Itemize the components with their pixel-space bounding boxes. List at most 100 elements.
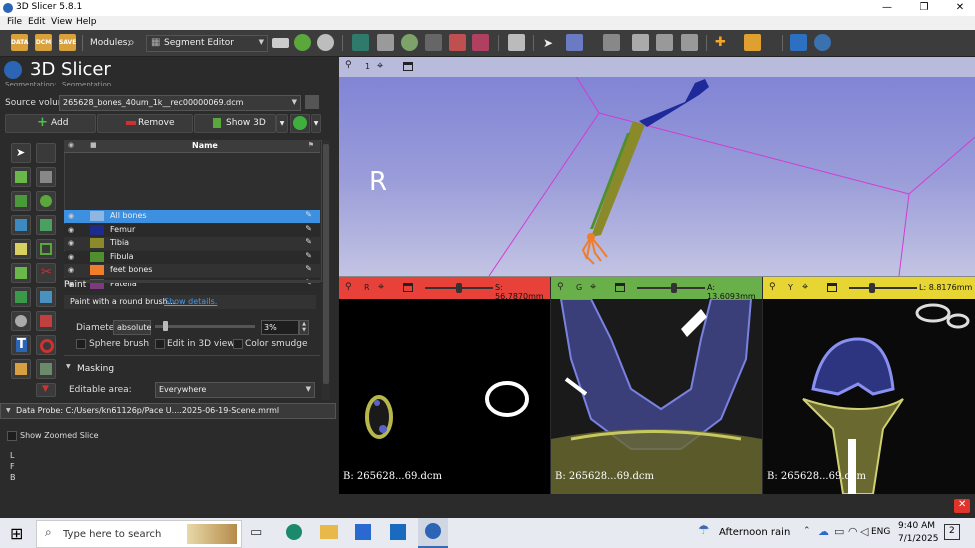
dicom-button[interactable]: DCM xyxy=(35,34,52,51)
pin-icon[interactable]: ⚲ xyxy=(557,282,564,292)
menu-view[interactable]: View xyxy=(51,17,72,27)
diameter-mode-toggle[interactable]: absolute xyxy=(113,320,151,335)
edit-pencil-icon[interactable]: ✎ xyxy=(305,210,312,219)
segment-color-swatch[interactable] xyxy=(90,251,104,262)
effect-wrap-button[interactable] xyxy=(36,359,56,379)
segment-next-button[interactable] xyxy=(290,114,310,133)
module-selector[interactable]: ▦ Segment Editor ▼ xyxy=(146,35,268,52)
slicer-taskbar-button[interactable] xyxy=(418,518,448,548)
edit-pencil-icon[interactable]: ✎ xyxy=(305,251,312,260)
segment-editor-icon[interactable] xyxy=(472,34,489,51)
maximize-view-icon[interactable] xyxy=(403,62,413,71)
effect-text-button[interactable]: T xyxy=(11,335,31,355)
pin-icon[interactable]: ⚲ xyxy=(345,60,352,70)
3d-view[interactable]: R xyxy=(339,57,975,276)
eye-icon[interactable]: ◉ xyxy=(68,253,74,261)
back-arrow-icon[interactable] xyxy=(294,34,311,51)
panel-scrollbar-thumb[interactable] xyxy=(323,144,329,384)
segment-color-swatch[interactable] xyxy=(90,224,104,235)
clock-date[interactable]: 7/1/2025 xyxy=(898,534,938,544)
extensions-icon[interactable] xyxy=(790,34,807,51)
pointer-icon[interactable]: ➤ xyxy=(543,36,553,50)
network-icon[interactable]: ▭ xyxy=(834,525,844,538)
color-smudge-checkbox[interactable] xyxy=(233,339,243,349)
task-view-icon[interactable]: ▭ xyxy=(250,525,262,540)
taskbar-search[interactable]: ⌕ Type here to search xyxy=(36,520,242,548)
slice-offset-slider[interactable] xyxy=(637,283,705,293)
menu-edit[interactable]: Edit xyxy=(28,17,45,27)
markups-icon[interactable] xyxy=(449,34,466,51)
show-zoomed-slice-checkbox[interactable] xyxy=(7,431,17,441)
source-volume-options-icon[interactable] xyxy=(305,95,319,109)
pin-icon[interactable]: ⚲ xyxy=(345,282,352,292)
error-log-button[interactable]: ✕ xyxy=(954,499,970,513)
segment-color-swatch[interactable] xyxy=(90,238,104,248)
volume-icon[interactable]: ◁ xyxy=(860,525,868,538)
crosshair-icon[interactable]: ✚ xyxy=(715,35,726,50)
file-explorer-icon[interactable] xyxy=(320,525,338,539)
table-splitter[interactable] xyxy=(64,280,320,283)
screenshot-icon[interactable] xyxy=(632,34,649,51)
slice-link-icon[interactable]: ⌖ xyxy=(590,280,596,294)
data-module-icon[interactable] xyxy=(352,34,369,51)
transforms-icon[interactable] xyxy=(425,34,442,51)
clock-time[interactable]: 9:40 AM xyxy=(898,521,935,531)
edit-3d-checkbox[interactable] xyxy=(155,339,165,349)
segment-next-dropdown[interactable]: ▼ xyxy=(311,114,321,133)
segment-row[interactable]: ◉ Fibula ✎ xyxy=(64,250,320,264)
effect-erase-button[interactable] xyxy=(11,191,31,211)
crosshair-mode-icon[interactable] xyxy=(566,34,583,51)
effect-fill-between-button[interactable] xyxy=(36,215,56,235)
maximize-button[interactable]: ❐ xyxy=(909,0,939,16)
language-indicator[interactable]: ENG xyxy=(871,527,890,537)
edit-pencil-icon[interactable]: ✎ xyxy=(305,237,312,246)
segment-color-swatch[interactable] xyxy=(90,211,104,221)
edge-icon[interactable] xyxy=(286,524,302,540)
show-details-link[interactable]: Show details. xyxy=(164,297,217,306)
panel-scrollbar[interactable] xyxy=(322,140,330,400)
module-search-icon[interactable]: ⌕ xyxy=(128,35,135,50)
eye-icon[interactable]: ◉ xyxy=(68,212,74,220)
view-icon[interactable] xyxy=(603,34,620,51)
data-probe-header[interactable]: ▼ Data Probe: C:/Users/kn61126p/Pace U..… xyxy=(0,403,336,419)
models-icon[interactable] xyxy=(401,34,418,51)
maximize-view-icon[interactable] xyxy=(615,283,625,292)
effect-surface-cut-button[interactable] xyxy=(11,359,31,379)
save-button[interactable]: SAVE xyxy=(59,34,76,51)
effect-grow-seeds-button[interactable] xyxy=(11,215,31,235)
effect-smoothing-button[interactable] xyxy=(11,287,31,307)
editable-area-selector[interactable]: Everywhere ▼ xyxy=(155,382,315,398)
maximize-view-icon[interactable] xyxy=(403,283,413,292)
volumes-icon[interactable] xyxy=(377,34,394,51)
minimize-button[interactable]: — xyxy=(872,0,902,16)
diameter-slider[interactable] xyxy=(155,321,255,331)
sphere-brush-checkbox[interactable] xyxy=(76,339,86,349)
effect-level-tracing-button[interactable] xyxy=(36,191,56,211)
slice-offset-handle[interactable] xyxy=(671,283,677,293)
layout-icon[interactable] xyxy=(508,34,525,51)
effect-more-button[interactable]: ▼ xyxy=(36,383,56,397)
weather-text[interactable]: Afternoon rain xyxy=(719,527,790,538)
effect-scissors-button[interactable]: ✂ xyxy=(36,263,56,283)
menu-help[interactable]: Help xyxy=(76,17,97,27)
slice-view-g[interactable]: B: 265628...69.dcm xyxy=(551,299,762,494)
markup-place-icon[interactable] xyxy=(744,34,761,51)
center-view-icon[interactable]: ⌖ xyxy=(377,59,383,73)
eye-icon[interactable]: ◉ xyxy=(68,239,74,247)
edit-pencil-icon[interactable]: ✎ xyxy=(305,264,312,273)
effect-hollow-button[interactable] xyxy=(11,311,31,331)
notification-button[interactable]: 2 xyxy=(944,524,960,540)
pin-icon[interactable]: ⚲ xyxy=(769,282,776,292)
remove-segment-button[interactable]: Remove xyxy=(97,114,193,133)
scene-view-icon[interactable] xyxy=(656,34,673,51)
menu-file[interactable]: File xyxy=(7,17,22,27)
display-icon[interactable] xyxy=(681,34,698,51)
show-3d-dropdown[interactable]: ▼ xyxy=(276,114,288,133)
python-icon[interactable] xyxy=(814,34,831,51)
eye-icon[interactable]: ◉ xyxy=(68,226,74,234)
effect-draw-button[interactable] xyxy=(36,167,56,187)
segment-row[interactable]: ◉ feet bones ✎ xyxy=(64,264,320,277)
diameter-spinner[interactable]: ▲ ▼ xyxy=(299,320,309,335)
diameter-value-input[interactable]: 3% xyxy=(261,320,299,335)
slice-link-icon[interactable]: ⌖ xyxy=(802,280,808,294)
